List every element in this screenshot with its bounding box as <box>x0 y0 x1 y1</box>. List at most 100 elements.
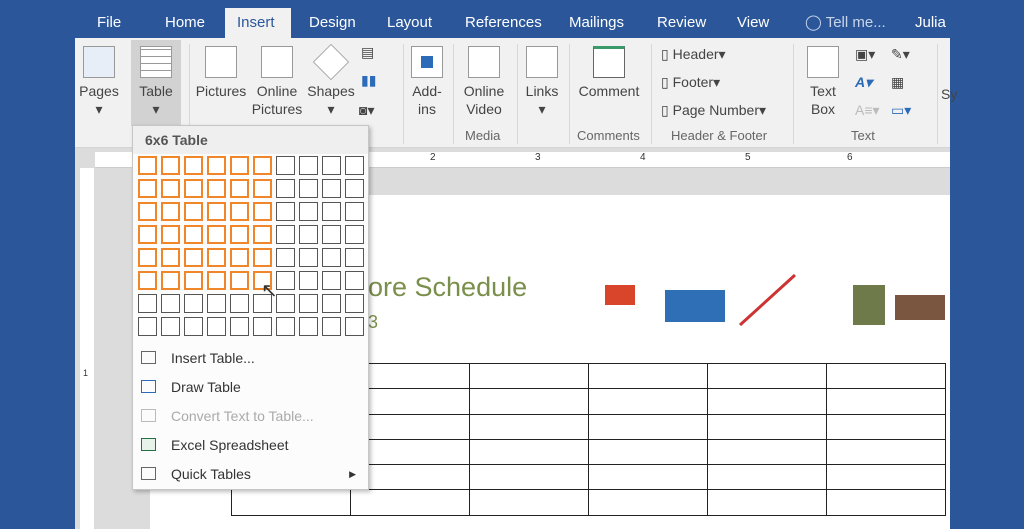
shapes-button[interactable]: Shapes ▾ <box>305 43 357 118</box>
table-grid-cell[interactable] <box>322 271 341 290</box>
footer-button[interactable]: ▯ Footer▾ <box>661 74 720 91</box>
table-grid-cell[interactable] <box>138 225 157 244</box>
pictures-button[interactable]: Pictures <box>193 46 249 100</box>
tab-file[interactable]: File <box>85 8 133 38</box>
tab-home[interactable]: Home <box>153 8 217 38</box>
tell-me-search[interactable]: ◯ Tell me... <box>793 8 898 38</box>
tab-references[interactable]: References <box>453 8 554 38</box>
table-grid-cell[interactable] <box>276 156 295 175</box>
tab-view[interactable]: View <box>725 8 781 38</box>
table-grid-cell[interactable] <box>276 248 295 267</box>
table-cell[interactable] <box>350 489 470 516</box>
addins-button[interactable]: Add-ins <box>407 46 447 118</box>
table-cell[interactable] <box>231 489 351 516</box>
table-cell[interactable] <box>707 413 827 440</box>
header-button[interactable]: ▯ Header▾ <box>661 46 726 63</box>
table-grid-cell[interactable] <box>184 271 203 290</box>
table-grid-cell[interactable] <box>207 202 226 221</box>
table-grid-cell[interactable] <box>230 202 249 221</box>
table-grid-cell[interactable] <box>138 156 157 175</box>
table-cell[interactable] <box>826 388 946 415</box>
table-grid-cell[interactable] <box>299 202 318 221</box>
table-grid-cell[interactable] <box>207 248 226 267</box>
table-grid-cell[interactable] <box>299 294 318 313</box>
table-cell[interactable] <box>707 388 827 415</box>
table-grid-cell[interactable] <box>161 317 180 336</box>
table-grid-cell[interactable] <box>253 317 272 336</box>
tab-design[interactable]: Design <box>297 8 368 38</box>
table-grid-cell[interactable] <box>322 317 341 336</box>
table-grid-cell[interactable] <box>299 271 318 290</box>
table-grid-cell[interactable] <box>138 294 157 313</box>
screenshot-icon[interactable]: ◙▾ <box>359 102 374 119</box>
smartart-icon[interactable]: ▤ <box>361 44 374 61</box>
vertical-ruler[interactable]: 1 <box>80 168 94 529</box>
table-grid-cell[interactable] <box>299 248 318 267</box>
tab-layout[interactable]: Layout <box>375 8 444 38</box>
table-cell[interactable] <box>826 413 946 440</box>
table-grid-cell[interactable] <box>276 225 295 244</box>
table-grid-cell[interactable] <box>230 271 249 290</box>
table-cell[interactable] <box>588 489 708 516</box>
object-icon[interactable]: ▭▾ <box>891 102 911 119</box>
table-grid-cell[interactable] <box>253 248 272 267</box>
table-cell[interactable] <box>588 388 708 415</box>
table-grid-cell[interactable] <box>207 294 226 313</box>
table-grid-cell[interactable] <box>299 317 318 336</box>
table-grid-cell[interactable] <box>184 225 203 244</box>
table-cell[interactable] <box>707 362 827 390</box>
user-name[interactable]: Julia <box>903 8 958 38</box>
table-grid-cell[interactable] <box>230 317 249 336</box>
page-number-button[interactable]: ▯ Page Number▾ <box>661 102 766 119</box>
table-cell[interactable] <box>469 413 589 440</box>
table-cell[interactable] <box>588 413 708 440</box>
table-grid-cell[interactable] <box>299 156 318 175</box>
table-grid-cell[interactable] <box>276 317 295 336</box>
pages-button[interactable]: Pages ▾ <box>79 46 119 118</box>
table-grid-cell[interactable] <box>207 225 226 244</box>
table-grid-cell[interactable] <box>276 294 295 313</box>
table-grid-cell[interactable] <box>230 248 249 267</box>
table-grid-cell[interactable] <box>184 294 203 313</box>
table-grid-cell[interactable] <box>253 156 272 175</box>
table-grid-cell[interactable] <box>230 156 249 175</box>
table-grid-cell[interactable] <box>184 179 203 198</box>
table-grid-cell[interactable] <box>138 202 157 221</box>
date-time-icon[interactable]: ▦ <box>891 74 904 91</box>
table-cell[interactable] <box>469 362 589 390</box>
table-grid-cell[interactable] <box>207 179 226 198</box>
table-grid-cell[interactable] <box>230 225 249 244</box>
table-grid-cell[interactable] <box>161 294 180 313</box>
table-grid-cell[interactable] <box>322 225 341 244</box>
table-grid-cell[interactable] <box>345 248 364 267</box>
table-grid-cell[interactable] <box>161 179 180 198</box>
table-grid-cell[interactable] <box>299 225 318 244</box>
symbols-button[interactable]: Sy <box>941 86 957 102</box>
table-cell[interactable] <box>707 438 827 466</box>
table-cell[interactable] <box>469 438 589 466</box>
table-grid-cell[interactable] <box>322 294 341 313</box>
tab-mailings[interactable]: Mailings <box>557 8 636 38</box>
insert-table-item[interactable]: Insert Table... <box>133 344 368 372</box>
table-cell[interactable] <box>469 489 589 516</box>
table-grid-cell[interactable] <box>161 271 180 290</box>
text-box-button[interactable]: Text Box <box>801 46 845 118</box>
excel-spreadsheet-item[interactable]: Excel Spreadsheet <box>133 431 368 459</box>
table-grid-cell[interactable] <box>345 294 364 313</box>
table-grid-cell[interactable] <box>253 202 272 221</box>
table-cell[interactable] <box>588 362 708 390</box>
tab-insert[interactable]: Insert <box>225 8 291 38</box>
table-grid-cell[interactable] <box>276 202 295 221</box>
wordart-icon[interactable]: A▾ <box>855 74 872 91</box>
table-grid-cell[interactable] <box>345 179 364 198</box>
table-grid-cell[interactable] <box>322 248 341 267</box>
table-grid-cell[interactable] <box>322 179 341 198</box>
table-cell[interactable] <box>588 438 708 466</box>
table-grid-cell[interactable] <box>230 294 249 313</box>
table-grid-cell[interactable] <box>230 179 249 198</box>
draw-table-item[interactable]: Draw Table <box>133 373 368 401</box>
table-grid-cell[interactable] <box>184 202 203 221</box>
table-grid-cell[interactable] <box>276 271 295 290</box>
table-grid-cell[interactable] <box>138 179 157 198</box>
table-grid-cell[interactable] <box>299 179 318 198</box>
